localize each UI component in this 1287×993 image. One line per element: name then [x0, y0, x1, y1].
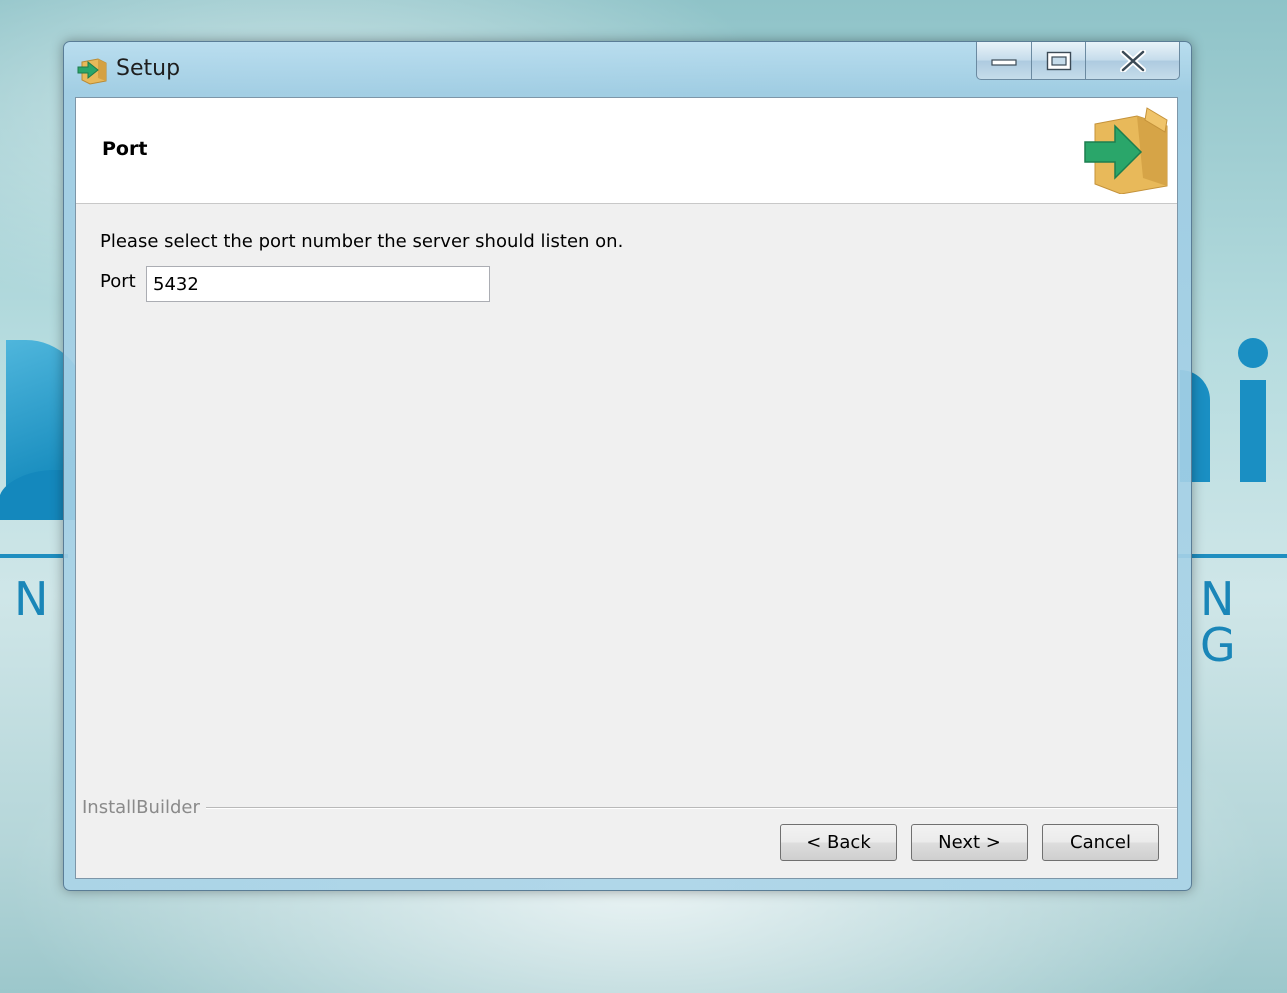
minimize-button[interactable] — [976, 42, 1032, 80]
close-icon — [1119, 49, 1146, 72]
wizard-header: Port — [76, 98, 1177, 204]
caption-buttons — [976, 42, 1180, 82]
wallpaper-rule-right — [1178, 554, 1287, 558]
back-button[interactable]: < Back — [780, 824, 897, 861]
footer-divider — [202, 807, 1177, 809]
wallpaper-logo-dot — [1238, 338, 1268, 368]
wallpaper-text-right: N G — [1200, 572, 1244, 672]
title-bar[interactable]: Setup — [64, 42, 1191, 97]
installer-box-arrow-icon — [1084, 107, 1168, 194]
wallpaper-rule-left — [0, 554, 68, 558]
close-button[interactable] — [1086, 42, 1180, 80]
instruction-text: Please select the port number the server… — [100, 231, 624, 252]
page-title: Port — [102, 138, 148, 160]
wallpaper-text-left: N — [14, 572, 49, 626]
minimize-icon — [991, 58, 1017, 66]
maximize-icon — [1046, 51, 1071, 70]
installer-box-arrow-icon — [77, 58, 107, 85]
installbuilder-brand-label: InstallBuilder — [82, 797, 206, 818]
cancel-button[interactable]: Cancel — [1042, 824, 1159, 861]
window-title: Setup — [116, 56, 181, 81]
setup-window: Setup Port Please select the port number… — [63, 41, 1192, 891]
port-label: Port — [100, 271, 136, 292]
maximize-button[interactable] — [1032, 42, 1086, 80]
next-button[interactable]: Next > — [911, 824, 1028, 861]
wizard-client-area: Port Please select the port number the s… — [75, 97, 1178, 879]
port-input[interactable] — [146, 266, 490, 302]
wallpaper-logo-i-stroke — [1240, 380, 1266, 482]
